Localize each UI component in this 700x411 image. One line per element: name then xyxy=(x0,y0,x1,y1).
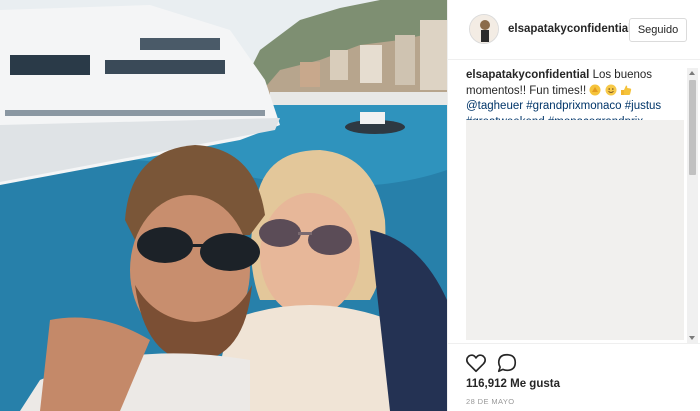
post-header: elsapatakyconfidential Seguido xyxy=(448,0,700,60)
smiling-face-emoji xyxy=(605,84,617,95)
scroll-thumb[interactable] xyxy=(689,80,696,175)
likes-number: 116,912 xyxy=(466,378,507,390)
avatar-image xyxy=(470,15,498,43)
redacted-comments xyxy=(466,120,684,340)
hashtag-link[interactable]: #grandprixmonaco xyxy=(526,100,621,112)
header-username[interactable]: elsapatakyconfidential xyxy=(508,23,631,35)
clapping-hands-emoji xyxy=(589,84,601,95)
post-date[interactable]: 28 DE MAYO xyxy=(466,397,514,406)
heart-icon[interactable] xyxy=(465,352,487,374)
hashtag-link[interactable]: #justus xyxy=(625,100,661,112)
scroll-down-arrow-icon[interactable] xyxy=(689,336,695,340)
photo-scene xyxy=(0,0,447,411)
likes-count[interactable]: 116,912 Me gusta xyxy=(466,378,560,390)
hashtag-link[interactable]: @tagheuer xyxy=(466,100,523,112)
scroll-up-arrow-icon[interactable] xyxy=(689,71,695,75)
caption-username[interactable]: elsapatakyconfidential xyxy=(466,69,589,81)
follow-button[interactable]: Seguido xyxy=(629,18,687,42)
post-details-panel: elsapatakyconfidential Seguido elsapatak… xyxy=(447,0,700,411)
comments-scrollbar[interactable] xyxy=(687,68,698,343)
post-photo[interactable] xyxy=(0,0,447,411)
speech-bubble-icon[interactable] xyxy=(496,352,518,374)
post-actions: 116,912 Me gusta 28 DE MAYO xyxy=(448,343,700,411)
likes-label: Me gusta xyxy=(510,378,560,390)
thumbs-up-emoji xyxy=(620,85,631,95)
avatar[interactable] xyxy=(469,14,499,44)
comments-area: elsapatakyconfidential Los buenos moment… xyxy=(466,68,688,343)
